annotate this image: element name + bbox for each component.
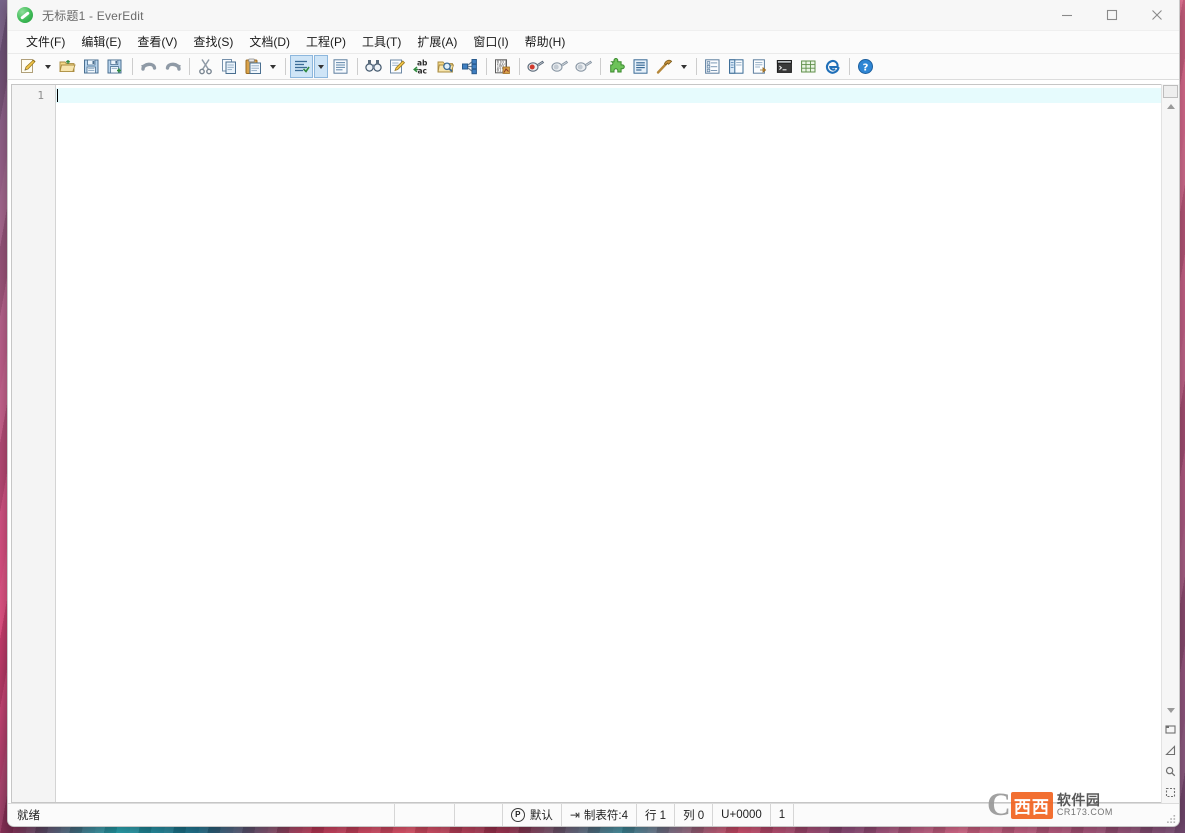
resize-grip[interactable] [1165,813,1177,825]
status-encoding-index[interactable]: 1 [771,804,795,826]
scroll-up-icon[interactable] [1162,98,1179,115]
paste-dropdown-icon[interactable] [266,55,280,78]
build-icon[interactable] [653,55,676,78]
status-ready: 就绪 [8,804,395,826]
redo-icon[interactable] [161,55,184,78]
indent-guide-icon[interactable] [290,55,313,78]
menu-document[interactable]: 文档(D) [241,32,298,53]
line-number: 1 [37,89,44,102]
ruler-icon[interactable] [1162,740,1179,761]
help-icon[interactable]: ? [854,55,877,78]
scroll-down-icon[interactable] [1162,702,1179,719]
status-tab-width[interactable]: ⇥ 制表符:4 [562,804,637,826]
menu-help[interactable]: 帮助(H) [517,32,574,53]
line-number-gutter: 1 [12,85,56,802]
profile-p-icon: P [510,808,525,822]
editor-pane[interactable]: 1 [11,84,1161,803]
close-icon[interactable] [1134,0,1179,30]
vertical-scrollbar[interactable] [1161,84,1179,803]
menu-window[interactable]: 窗口(I) [465,32,516,53]
current-line-highlight [56,88,1161,103]
plugin-icon[interactable] [605,55,628,78]
toolbar-separator [132,58,133,75]
menu-project[interactable]: 工程(P) [298,32,354,53]
open-file-icon[interactable] [56,55,79,78]
undo-icon[interactable] [137,55,160,78]
status-spacer-1 [395,804,455,826]
toolbar-separator [357,58,358,75]
console-icon[interactable] [773,55,796,78]
menu-view[interactable]: 查看(V) [129,32,185,53]
maximize-icon[interactable] [1089,0,1134,30]
save-all-icon[interactable] [104,55,127,78]
copy-icon[interactable] [218,55,241,78]
replace-icon[interactable] [386,55,409,78]
svg-text:ac: ac [417,67,427,76]
save-icon[interactable] [80,55,103,78]
code-map-icon[interactable] [458,55,481,78]
status-bar: 就绪 P 默认 ⇥ 制表符:4 行 1 列 0 U+0000 1 C 西西 软件… [8,788,1179,826]
find-icon[interactable] [362,55,385,78]
cut-icon[interactable] [194,55,217,78]
menu-tools[interactable]: 工具(T) [354,32,409,53]
window-title: 无标题1 - EverEdit [42,8,144,23]
toolbar-separator [486,58,487,75]
status-line: 行 1 [637,804,676,826]
menu-search[interactable]: 查找(S) [185,32,241,53]
new-file-icon[interactable] [17,55,40,78]
menu-edit[interactable]: 编辑(E) [73,32,129,53]
find-in-files-icon[interactable] [434,55,457,78]
minimize-icon[interactable] [1044,0,1089,30]
word-wrap-icon[interactable] [329,55,352,78]
select-block-icon[interactable] [1162,782,1179,803]
output-panel-icon[interactable] [749,55,772,78]
menu-file[interactable]: 文件(F) [18,32,73,53]
editor-body: 1 [8,80,1179,803]
status-profile-label: 默认 [529,810,553,822]
scrollbar-track[interactable] [1162,115,1179,702]
tab-arrow-icon: ⇥ [569,808,580,822]
status-tab-width-label: 制表符:4 [583,810,628,822]
everedit-leaf-icon [17,7,33,23]
build-dropdown-icon[interactable] [677,55,691,78]
hex-view-icon[interactable]: 0101 1001 0110 [491,55,514,78]
text-editing-area[interactable] [56,85,1161,802]
toolbar: ab ac 0101 1001 0110 ? [8,54,1179,80]
window-controls [1044,0,1179,30]
grid-icon[interactable] [797,55,820,78]
status-trailing [794,804,1179,826]
document-map-icon[interactable] [1162,719,1179,740]
menu-bar: 文件(F) 编辑(E) 查看(V) 查找(S) 文档(D) 工程(P) 工具(T… [8,31,1179,54]
paste-icon[interactable] [242,55,265,78]
toolbar-separator [285,58,286,75]
svg-text:?: ? [863,62,869,73]
status-profile[interactable]: P 默认 [503,804,562,826]
replace-all-icon[interactable]: ab ac [410,55,433,78]
status-spacer-2 [455,804,503,826]
menu-addons[interactable]: 扩展(A) [409,32,465,53]
scrollbar-thumb[interactable] [1163,85,1178,98]
snippet-icon[interactable] [629,55,652,78]
bookmark-prev-icon[interactable] [548,55,571,78]
toolbar-separator [696,58,697,75]
indent-guide-dropdown-icon[interactable] [314,55,328,78]
toolbar-separator [189,58,190,75]
zoom-icon[interactable] [1162,761,1179,782]
title-bar: 无标题1 - EverEdit [8,0,1179,31]
browser-preview-icon[interactable] [821,55,844,78]
text-caret [57,89,58,102]
status-unicode: U+0000 [713,804,771,826]
everedit-main-window: 无标题1 - EverEdit 文件(F) 编辑(E) 查看(V) 查找(S) … [7,0,1180,827]
bookmark-next-icon[interactable] [572,55,595,78]
toolbar-separator [849,58,850,75]
new-file-dropdown-icon[interactable] [41,55,55,78]
toolbar-separator [600,58,601,75]
bookmark-toggle-icon[interactable] [524,55,547,78]
symbol-list-icon[interactable] [701,55,724,78]
status-column: 列 0 [675,804,714,826]
project-panel-icon[interactable] [725,55,748,78]
toolbar-separator [519,58,520,75]
